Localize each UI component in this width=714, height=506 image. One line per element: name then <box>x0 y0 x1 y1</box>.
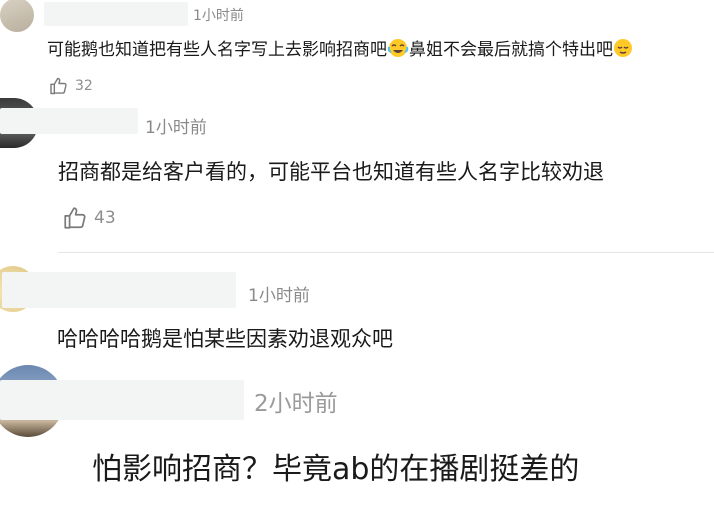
comment-text-part: 可能鹅也知道把有些人名字写上去影响招商吧 <box>47 40 387 60</box>
comment-time: 1小时前 <box>145 118 207 138</box>
username[interactable] <box>2 272 236 308</box>
comment-text: 可能鹅也知道把有些人名字写上去影响招商吧 鼻姐不会最后就搞个特出吧 <box>47 38 633 65</box>
relieved-emoji-icon <box>613 38 633 65</box>
like-count: 43 <box>94 208 116 228</box>
like-button[interactable]: 32 <box>48 76 93 96</box>
comment-text: 招商都是给客户看的，可能平台也知道有些人名字比较劝退 <box>58 160 604 184</box>
comment-time: 2小时前 <box>254 391 338 417</box>
thumbs-up-icon <box>48 76 69 96</box>
comment-text: 哈哈哈哈鹅是怕某些因素劝退观众吧 <box>57 327 393 351</box>
username[interactable] <box>0 380 244 420</box>
comment-time: 1小时前 <box>193 8 244 24</box>
comment-time: 1小时前 <box>248 286 310 306</box>
username[interactable] <box>44 2 188 26</box>
divider <box>58 252 714 253</box>
like-button[interactable]: 43 <box>62 205 116 231</box>
thumbs-up-icon <box>62 205 88 231</box>
comment-text: 怕影响招商？毕竟ab的在播剧挺差的 <box>92 452 580 487</box>
comment-text-part: 鼻姐不会最后就搞个特出吧 <box>409 40 613 60</box>
username[interactable] <box>0 108 138 134</box>
joy-emoji-icon <box>387 38 409 65</box>
avatar[interactable] <box>0 0 34 32</box>
like-count: 32 <box>75 78 93 94</box>
